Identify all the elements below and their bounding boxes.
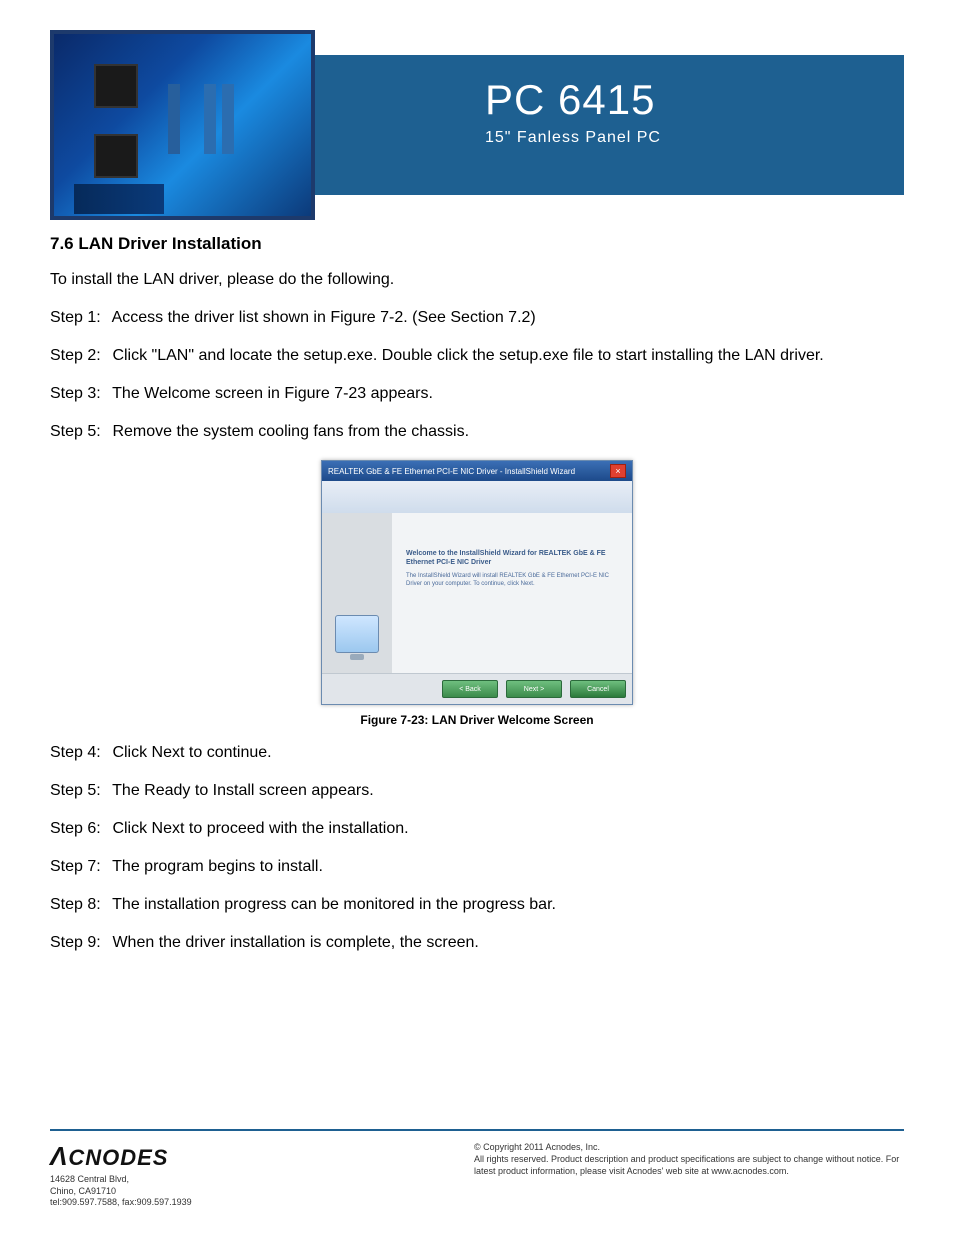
copyright-line-2: All rights reserved. Product description… [474, 1153, 904, 1177]
installer-footer: < Back Next > Cancel [322, 673, 632, 704]
step-line: Step 6: Click Next to proceed with the i… [50, 817, 904, 841]
step-text: Click "LAN" and locate the setup.exe. Do… [108, 347, 824, 364]
cancel-button[interactable]: Cancel [570, 680, 626, 698]
address-line-3: tel:909.597.7588, fax:909.597.1939 [50, 1197, 192, 1209]
section-heading: 7.6 LAN Driver Installation [50, 234, 904, 254]
installer-heading: Welcome to the InstallShield Wizard for … [406, 549, 618, 567]
step-line: Step 9: When the driver installation is … [50, 931, 904, 955]
figure-caption: Figure 7-23: LAN Driver Welcome Screen [50, 713, 904, 727]
step-line: Step 8: The installation progress can be… [50, 893, 904, 917]
installer-window: REALTEK GbE & FE Ethernet PCI-E NIC Driv… [321, 460, 633, 705]
back-button[interactable]: < Back [442, 680, 498, 698]
address-block: 14628 Central Blvd, Chino, CA91710 tel:9… [50, 1174, 192, 1209]
step-label: Step 7: [50, 855, 108, 879]
step-line: Step 1: Access the driver list shown in … [50, 306, 904, 330]
installer-titlebar: REALTEK GbE & FE Ethernet PCI-E NIC Driv… [322, 461, 632, 481]
step-label: Step 5: [50, 779, 108, 803]
copyright-line-1: © Copyright 2011 Acnodes, Inc. [474, 1141, 904, 1153]
step-text: Click Next to continue. [108, 744, 272, 761]
step-line: Step 5: The Ready to Install screen appe… [50, 779, 904, 803]
step-text: Click Next to proceed with the installat… [108, 820, 409, 837]
installer-strip [322, 481, 632, 513]
copyright-block: © Copyright 2011 Acnodes, Inc. All right… [474, 1141, 904, 1177]
intro-paragraph: To install the LAN driver, please do the… [50, 268, 904, 292]
step-line: Step 3: The Welcome screen in Figure 7-2… [50, 382, 904, 406]
address-line-1: 14628 Central Blvd, [50, 1174, 192, 1186]
step-label: Step 8: [50, 893, 108, 917]
step-text: The installation progress can be monitor… [108, 896, 556, 913]
next-button[interactable]: Next > [506, 680, 562, 698]
step-label: Step 2: [50, 344, 108, 368]
step-line: Step 4: Click Next to continue. [50, 741, 904, 765]
header-banner: PC 6415 15" Fanless Panel PC [50, 30, 904, 220]
installer-body-text: The InstallShield Wizard will install RE… [406, 573, 618, 589]
motherboard-image [50, 30, 315, 220]
product-subtitle: 15" Fanless Panel PC [485, 129, 904, 147]
brand-logo-text: CNODES [68, 1145, 168, 1170]
step-line: Step 7: The program begins to install. [50, 855, 904, 879]
installer-main: Welcome to the InstallShield Wizard for … [392, 513, 632, 673]
page-footer: ΛCNODES 14628 Central Blvd, Chino, CA917… [50, 1129, 904, 1209]
step-text: Access the driver list shown in Figure 7… [108, 309, 536, 326]
step-label: Step 5: [50, 420, 108, 444]
monitor-icon [335, 615, 379, 653]
step-label: Step 9: [50, 931, 108, 955]
installer-window-title: REALTEK GbE & FE Ethernet PCI-E NIC Driv… [328, 467, 575, 476]
step-text: The Ready to Install screen appears. [108, 782, 374, 799]
step-label: Step 4: [50, 741, 108, 765]
address-line-2: Chino, CA91710 [50, 1186, 192, 1198]
figure-block: REALTEK GbE & FE Ethernet PCI-E NIC Driv… [50, 460, 904, 727]
step-text: Remove the system cooling fans from the … [108, 423, 469, 440]
step-line: Step 2: Click "LAN" and locate the setup… [50, 344, 904, 368]
step-line: Step 5: Remove the system cooling fans f… [50, 420, 904, 444]
step-text: The Welcome screen in Figure 7-23 appear… [108, 385, 433, 402]
banner-title-block: PC 6415 15" Fanless Panel PC [315, 55, 904, 195]
step-text: The program begins to install. [108, 858, 323, 875]
brand-logo: ΛCNODES [50, 1141, 192, 1172]
step-text: When the driver installation is complete… [108, 934, 479, 951]
close-icon[interactable]: × [610, 464, 626, 478]
product-title: PC 6415 [485, 77, 904, 123]
step-label: Step 3: [50, 382, 108, 406]
step-label: Step 1: [50, 306, 108, 330]
step-label: Step 6: [50, 817, 108, 841]
installer-sidebar [322, 513, 392, 673]
